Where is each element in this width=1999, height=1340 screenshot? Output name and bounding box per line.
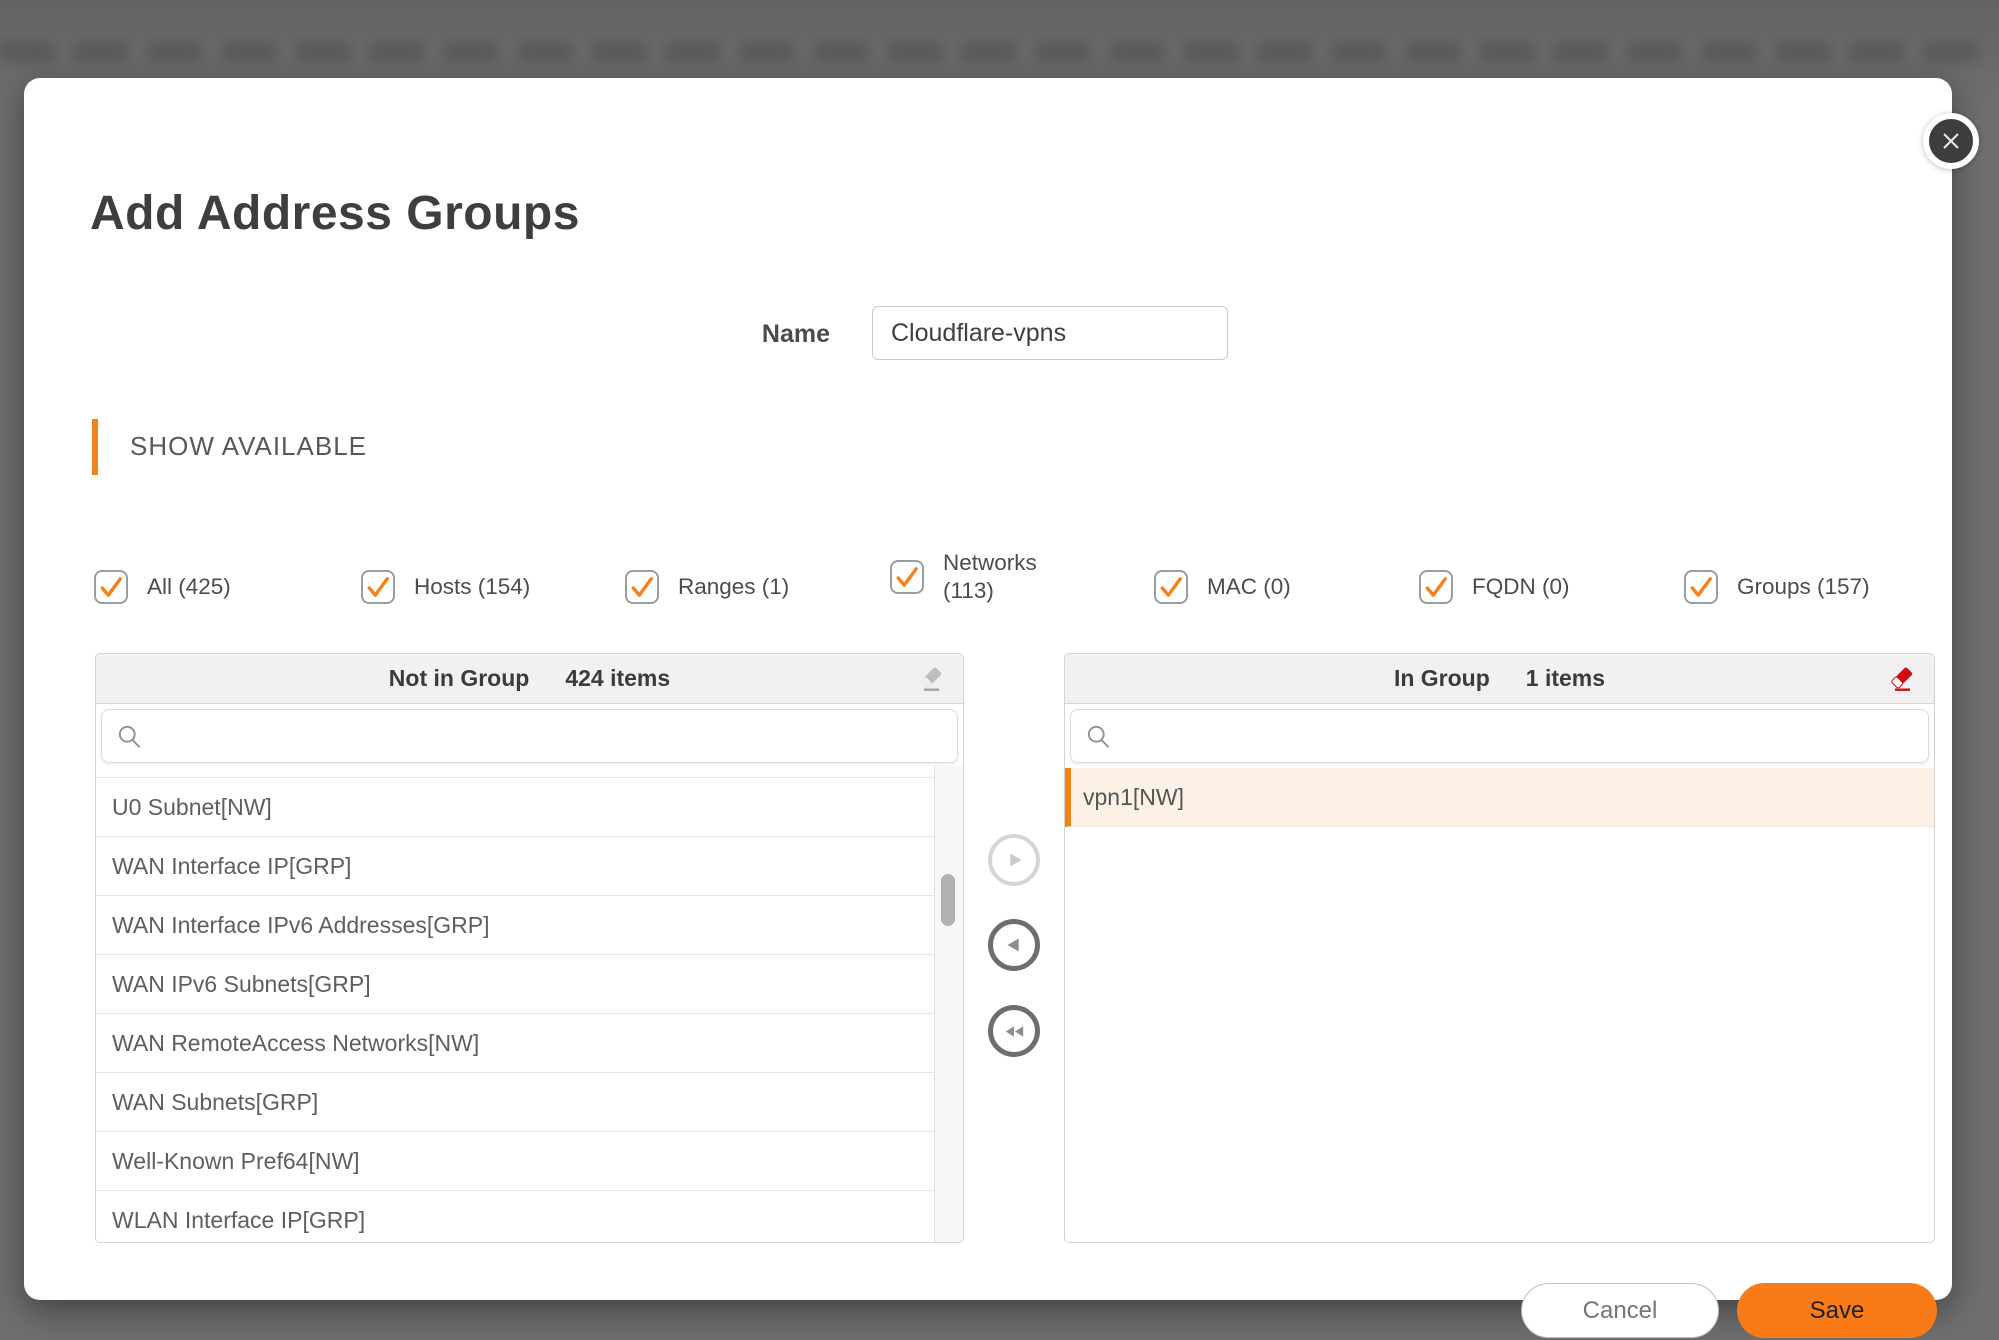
double-arrow-left-icon	[1001, 1018, 1028, 1045]
in-group-header: In Group 1 items	[1065, 654, 1934, 704]
not-in-group-header: Not in Group 424 items	[96, 654, 963, 704]
move-all-left-button[interactable]	[988, 1005, 1040, 1057]
dialog-title: Add Address Groups	[90, 186, 580, 241]
move-left-button[interactable]	[988, 919, 1040, 971]
filter-label: MAC (0)	[1207, 573, 1291, 601]
filter-checkbox-all[interactable]: All (425)	[94, 570, 231, 604]
in-group-list: vpn1[NW]	[1065, 768, 1934, 827]
arrow-left-icon	[1001, 932, 1027, 958]
section-accent-bar	[92, 419, 98, 475]
checkbox[interactable]	[94, 570, 128, 604]
list-item[interactable]: WLAN Interface IP[GRP]	[96, 1191, 935, 1243]
list-item[interactable]: WAN RemoteAccess Networks[NW]	[96, 1014, 935, 1073]
panel-title: Not in Group	[389, 665, 530, 692]
filter-label: FQDN (0)	[1472, 573, 1570, 601]
name-input[interactable]	[872, 306, 1228, 360]
filter-checkbox-fqdn[interactable]: FQDN (0)	[1419, 570, 1570, 604]
list-item[interactable]: WAN Subnets[GRP]	[96, 1073, 935, 1132]
check-icon	[1423, 574, 1449, 600]
right-search-box	[1070, 709, 1929, 763]
checkbox[interactable]	[1684, 570, 1718, 604]
search-icon	[1085, 723, 1112, 750]
list-item[interactable]: WAN IPv6 Subnets[GRP]	[96, 955, 935, 1014]
arrow-right-icon	[1001, 847, 1027, 873]
filter-label: Networks (113)	[943, 549, 1059, 605]
checkbox[interactable]	[1419, 570, 1453, 604]
check-icon	[894, 564, 920, 590]
check-icon	[1688, 574, 1714, 600]
show-available-heading: SHOW AVAILABLE	[130, 431, 367, 462]
move-right-button[interactable]	[988, 834, 1040, 886]
save-button[interactable]: Save	[1737, 1283, 1937, 1338]
checkbox[interactable]	[361, 570, 395, 604]
filter-checkbox-mac[interactable]: MAC (0)	[1154, 570, 1291, 604]
scrollbar-thumb[interactable]	[941, 874, 955, 926]
close-icon	[1939, 129, 1963, 153]
checkbox[interactable]	[625, 570, 659, 604]
checkbox[interactable]	[890, 560, 924, 594]
partial-list-item	[96, 768, 935, 778]
list-item[interactable]: Well-Known Pref64[NW]	[96, 1132, 935, 1191]
list-item[interactable]: WAN Interface IP[GRP]	[96, 837, 935, 896]
left-search-input[interactable]	[143, 715, 957, 757]
filter-label: All (425)	[147, 573, 231, 601]
cancel-button[interactable]: Cancel	[1521, 1283, 1719, 1338]
list-item[interactable]: WAN Interface IPv6 Addresses[GRP]	[96, 896, 935, 955]
right-search-input[interactable]	[1112, 715, 1928, 757]
in-group-panel: In Group 1 items vpn1[NW]	[1064, 653, 1935, 1243]
not-in-group-panel: Not in Group 424 items U0 Subne	[95, 653, 964, 1243]
check-icon	[629, 574, 655, 600]
filter-checkbox-groups[interactable]: Groups (157)	[1684, 570, 1870, 604]
filter-label: Ranges (1)	[678, 573, 789, 601]
eraser-icon	[916, 664, 946, 694]
filter-checkbox-networks[interactable]: Networks (113)	[890, 549, 1059, 605]
add-address-groups-dialog: Add Address Groups Name SHOW AVAILABLE A…	[24, 78, 1952, 1300]
panel-item-count: 424 items	[565, 665, 670, 692]
left-list-scrollbar[interactable]	[934, 766, 963, 1242]
search-icon	[116, 723, 143, 750]
list-item[interactable]: U0 Subnet[NW]	[96, 778, 935, 837]
left-search-box	[101, 709, 958, 763]
clear-right-list-button[interactable]	[1886, 663, 1918, 695]
checkbox[interactable]	[1154, 570, 1188, 604]
panel-title: In Group	[1394, 665, 1490, 692]
close-button[interactable]	[1923, 113, 1979, 169]
panel-item-count: 1 items	[1526, 665, 1605, 692]
selected-list-item[interactable]: vpn1[NW]	[1065, 768, 1934, 827]
filter-label: Hosts (154)	[414, 573, 530, 601]
not-in-group-list: U0 Subnet[NW] WAN Interface IP[GRP] WAN …	[96, 768, 935, 1243]
check-icon	[365, 574, 391, 600]
filter-checkbox-ranges[interactable]: Ranges (1)	[625, 570, 789, 604]
check-icon	[98, 574, 124, 600]
filter-label: Groups (157)	[1737, 573, 1870, 601]
background-page-hint	[0, 42, 1999, 62]
name-label: Name	[604, 319, 830, 349]
check-icon	[1158, 574, 1184, 600]
filter-checkbox-hosts[interactable]: Hosts (154)	[361, 570, 530, 604]
eraser-icon-red	[1887, 664, 1917, 694]
clear-left-list-button[interactable]	[915, 663, 947, 695]
